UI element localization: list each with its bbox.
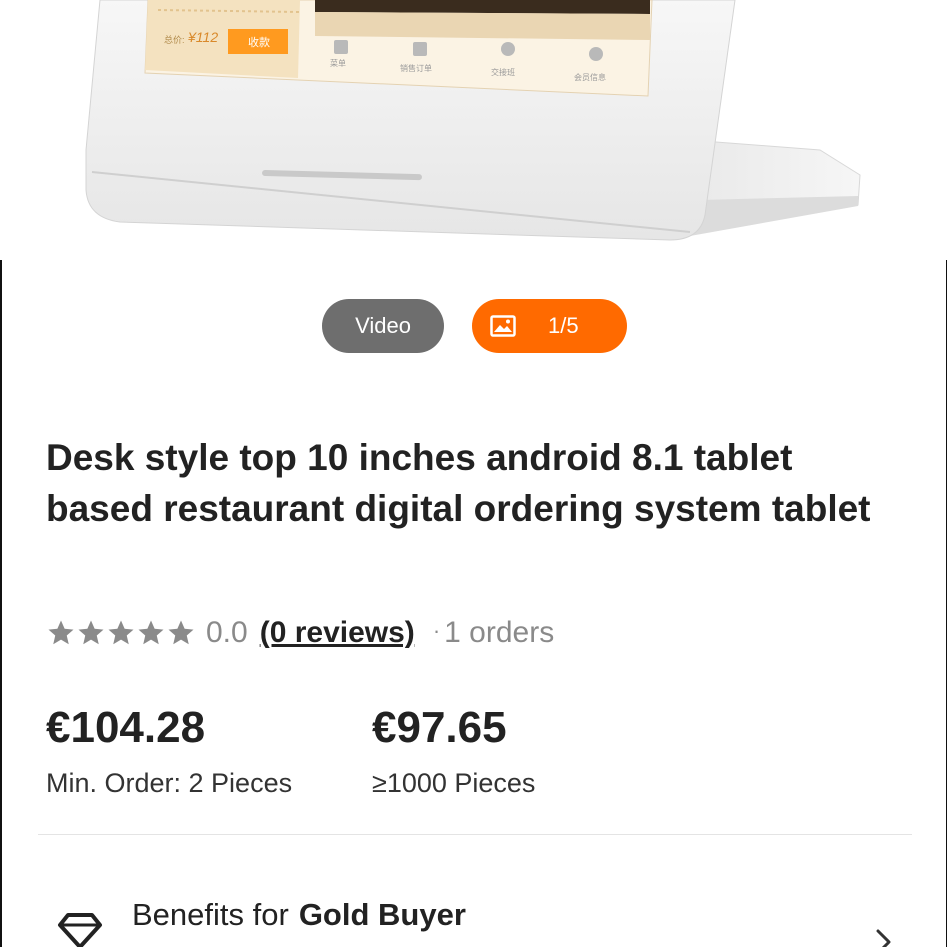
- reviews-link[interactable]: (0 reviews): [260, 616, 415, 650]
- photo-counter: 1/5: [548, 313, 579, 338]
- tier-condition: ≥1000 Pieces: [372, 768, 536, 798]
- benefits-text: Benefits for Gold Buyer: [132, 897, 466, 933]
- orders-count: 1 orders: [444, 616, 555, 649]
- product-title: Desk style top 10 inches android 8.1 tab…: [46, 437, 871, 529]
- product-image[interactable]: 总价: ¥112 收款 菜单 销售订单 交接班 会员信息: [0, 0, 947, 260]
- star-icon: [168, 620, 194, 645]
- star-icon: [48, 620, 74, 645]
- chevron-right-icon[interactable]: [874, 927, 894, 947]
- benefits-prefix: Benefits for: [132, 897, 289, 932]
- tier-price: €97.65: [372, 703, 507, 752]
- video-button[interactable]: Video: [322, 299, 444, 353]
- screen-nav-item: 菜单: [330, 59, 346, 68]
- diamond-icon: [52, 911, 108, 947]
- tier-price: €104.28: [46, 703, 206, 752]
- video-label: Video: [355, 313, 411, 338]
- rating-row: 0.0 (0 reviews) · 1 orders: [46, 612, 554, 654]
- star-icon: [78, 620, 104, 645]
- screen-total-label: 总价:: [164, 35, 185, 45]
- price-tier: €97.65 ≥1000 Pieces: [372, 700, 535, 800]
- screen-total-value: ¥112: [188, 29, 219, 45]
- star-icon: [108, 620, 134, 645]
- benefits-row[interactable]: Benefits for Gold Buyer: [52, 897, 912, 947]
- screen-nav-item: 交接班: [491, 68, 515, 77]
- buyer-tier: Gold Buyer: [298, 897, 466, 932]
- price-tier: €104.28 Min. Order: 2 Pieces: [46, 700, 292, 800]
- screen-nav-item: 销售订单: [400, 64, 432, 73]
- separator-dot: ·: [432, 618, 441, 643]
- star-rating: [46, 618, 196, 648]
- screen-nav-item: 会员信息: [574, 73, 606, 82]
- image-icon: [490, 315, 516, 337]
- tablet-illustration: [85, 0, 861, 241]
- divider: [38, 834, 912, 835]
- tier-condition: Min. Order: 2 Pieces: [46, 768, 293, 798]
- screen-pay-button: 收款: [248, 37, 270, 49]
- rating-value: 0.0: [206, 616, 248, 649]
- photo-gallery-button[interactable]: 1/5: [472, 299, 627, 353]
- star-icon: [138, 620, 164, 645]
